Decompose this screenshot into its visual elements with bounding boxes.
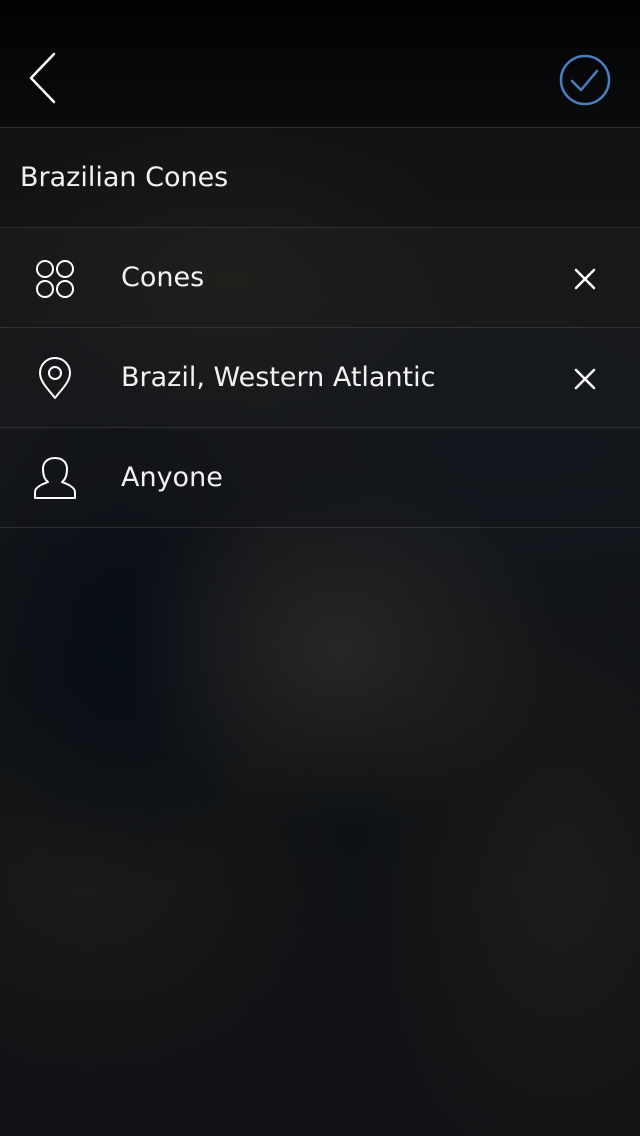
remove-location-button[interactable]: [563, 357, 607, 401]
filter-row-location[interactable]: Brazil, Western Atlantic: [0, 328, 640, 428]
filter-row-person[interactable]: Anyone: [0, 428, 640, 528]
close-icon: [574, 368, 596, 390]
location-pin-icon: [30, 354, 80, 404]
collection-title: Brazilian Cones: [20, 162, 229, 193]
filter-label-person: Anyone: [121, 462, 223, 493]
back-button[interactable]: [18, 46, 70, 110]
close-icon: [574, 268, 596, 290]
chevron-left-icon: [29, 52, 56, 104]
top-bar: [0, 0, 640, 128]
filter-row-category[interactable]: Cones: [0, 228, 640, 328]
remove-category-button[interactable]: [563, 257, 607, 301]
four-circles-icon: [30, 254, 80, 304]
person-icon: [30, 454, 80, 504]
title-row: Brazilian Cones: [0, 128, 640, 228]
checkmark-circle-icon: [559, 54, 611, 106]
confirm-button[interactable]: [557, 52, 613, 108]
filter-label-location: Brazil, Western Atlantic: [121, 362, 436, 393]
filter-label-category: Cones: [121, 262, 205, 293]
